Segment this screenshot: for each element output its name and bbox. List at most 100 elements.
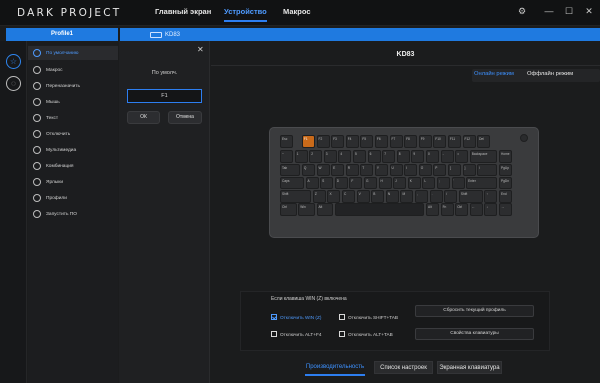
key-f11[interactable]: F11	[447, 135, 461, 148]
key-fn[interactable]: Fn	[440, 203, 454, 216]
reset-profile-button[interactable]: Сбросить текущий профиль	[415, 305, 534, 317]
key-h[interactable]: H	[378, 176, 392, 190]
key-f7[interactable]: F7	[389, 135, 403, 148]
key-6[interactable]: 6	[367, 150, 381, 163]
key-4[interactable]: 4	[338, 150, 352, 163]
key-r[interactable]: R	[345, 163, 359, 177]
nav-macro[interactable]: Макрос	[283, 7, 311, 16]
profile-selector[interactable]: Profile1	[6, 28, 118, 41]
device-tab-kd83[interactable]: KD83	[150, 28, 180, 41]
key-0[interactable]: 0	[426, 150, 439, 163]
key-sym[interactable]: ←	[469, 203, 483, 216]
key-sym[interactable]: -	[440, 150, 454, 163]
minimize-icon[interactable]: —	[543, 5, 555, 17]
key-alt[interactable]: Alt	[316, 203, 334, 216]
online-mode-tab[interactable]: Онлайн режим	[474, 71, 514, 77]
key-caps[interactable]: Caps	[280, 176, 304, 190]
menu-item-text[interactable]: Текст	[28, 111, 118, 125]
menu-item-remap[interactable]: Переназначить	[28, 79, 118, 93]
key-x[interactable]: X	[327, 190, 341, 203]
key-alt[interactable]: Alt	[426, 203, 439, 216]
key-f2[interactable]: F2	[316, 135, 330, 148]
key-sym[interactable]: ]	[462, 163, 476, 177]
tab-performance[interactable]: Производительность	[305, 361, 365, 376]
key-f9[interactable]: F9	[418, 135, 432, 148]
close-icon[interactable]: ✕	[197, 45, 204, 54]
key-u[interactable]: U	[389, 163, 403, 177]
key-sym[interactable]: '	[451, 176, 465, 190]
key-5[interactable]: 5	[353, 150, 366, 163]
disable-shift-tab-checkbox[interactable]: Отключить SHIFT+TAB	[339, 314, 398, 320]
menu-item-default[interactable]: По умолчанию	[28, 46, 118, 60]
key-end[interactable]: End	[499, 190, 512, 203]
key-backspace[interactable]: Backspace	[469, 150, 498, 163]
menu-item-mouse[interactable]: Мышь	[28, 95, 118, 109]
key-3[interactable]: 3	[323, 150, 337, 163]
disable-alt-f4-checkbox[interactable]: Отключить ALT+F4	[271, 331, 321, 337]
key-home[interactable]: Home	[499, 150, 512, 163]
key-pgup[interactable]: PgUp	[499, 163, 512, 177]
volume-knob[interactable]	[520, 134, 528, 142]
key-sym[interactable]: →	[499, 203, 512, 216]
key-shift[interactable]: Shift	[458, 190, 483, 203]
key-w[interactable]: W	[316, 163, 330, 177]
key-sym[interactable]: ~	[280, 150, 293, 163]
key-z[interactable]: Z	[312, 190, 326, 203]
key-f3[interactable]: F3	[331, 135, 345, 148]
gear-icon[interactable]: ⚙	[516, 5, 528, 17]
tab-settings-list[interactable]: Список настроек	[374, 361, 433, 374]
key-g[interactable]: G	[363, 176, 377, 190]
key-f4[interactable]: F4	[345, 135, 359, 148]
key-k[interactable]: K	[407, 176, 421, 190]
menu-item-shortcuts[interactable]: Ярлыки	[28, 175, 118, 189]
menu-item-disable[interactable]: Отключить	[28, 127, 118, 141]
menu-item-multimedia[interactable]: Мультимедиа	[28, 143, 118, 157]
key-y[interactable]: Y	[374, 163, 388, 177]
key-esc[interactable]: Esc	[280, 135, 293, 148]
key-8[interactable]: 8	[396, 150, 410, 163]
key-o[interactable]: O	[418, 163, 432, 177]
key-9[interactable]: 9	[411, 150, 425, 163]
key-b[interactable]: B	[371, 190, 385, 203]
key-v[interactable]: V	[356, 190, 370, 203]
cancel-button[interactable]: Отмена	[168, 111, 202, 124]
key-e[interactable]: E	[331, 163, 345, 177]
key-n[interactable]: N	[385, 190, 399, 203]
key-sym[interactable]: \	[477, 163, 498, 177]
key-sym[interactable]: [	[447, 163, 461, 177]
disable-alt-tab-checkbox[interactable]: Отключить ALT+TAB	[339, 331, 393, 337]
key-f[interactable]: F	[349, 176, 363, 190]
key-win[interactable]: Win	[298, 203, 315, 216]
key-sym[interactable]: ;	[436, 176, 450, 190]
key-sym[interactable]: /	[444, 190, 458, 203]
key-sym[interactable]: .	[429, 190, 443, 203]
key-ctrl[interactable]: Ctrl	[280, 203, 297, 216]
key-ctrl[interactable]: Ctrl	[455, 203, 469, 216]
key-p[interactable]: P	[433, 163, 447, 177]
key-c[interactable]: C	[342, 190, 356, 203]
key-q[interactable]: Q	[301, 163, 315, 177]
key-f8[interactable]: F8	[404, 135, 418, 148]
key-sym[interactable]: ,	[415, 190, 429, 203]
key-j[interactable]: J	[393, 176, 407, 190]
nav-device[interactable]: Устройство	[224, 7, 267, 22]
key-space[interactable]	[334, 203, 425, 216]
key-m[interactable]: M	[400, 190, 414, 203]
key-f6[interactable]: F6	[374, 135, 388, 148]
keyboard-properties-button[interactable]: Свойства клавиатуры	[415, 328, 534, 340]
key-f12[interactable]: F12	[462, 135, 476, 148]
key-tab[interactable]: Tab	[280, 163, 301, 177]
menu-item-launch[interactable]: Запустить ПО	[28, 207, 118, 221]
key-2[interactable]: 2	[309, 150, 323, 163]
key-s[interactable]: S	[320, 176, 334, 190]
menu-item-profiles[interactable]: Профили	[28, 191, 118, 205]
key-shift[interactable]: Shift	[280, 190, 312, 203]
key-a[interactable]: A	[305, 176, 319, 190]
key-f1[interactable]: F1	[301, 135, 315, 148]
key-i[interactable]: I	[404, 163, 418, 177]
key-sym[interactable]: ↓	[484, 203, 498, 216]
key-sym[interactable]: =	[455, 150, 469, 163]
key-sym[interactable]: ↑	[484, 190, 498, 203]
ok-button[interactable]: ОК	[127, 111, 160, 124]
key-1[interactable]: 1	[294, 150, 308, 163]
